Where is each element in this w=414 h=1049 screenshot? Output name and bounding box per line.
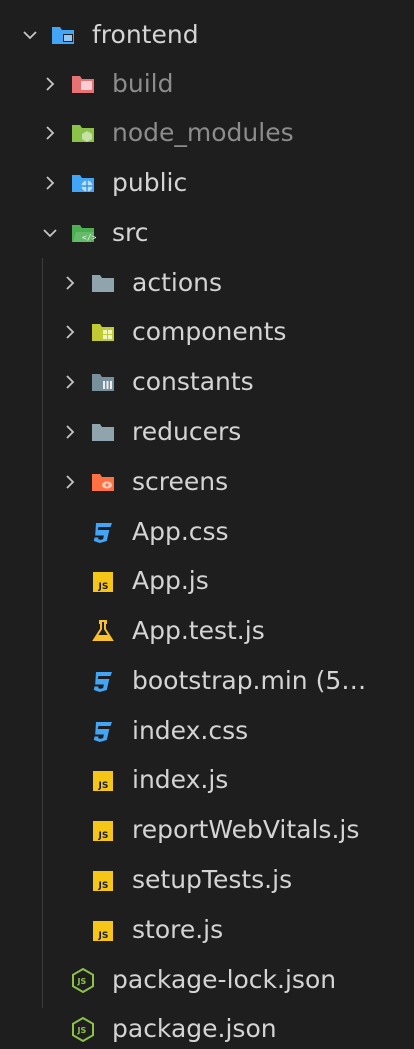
tree-item-store-js[interactable]: JS store.js xyxy=(0,905,414,955)
chevron-right-icon[interactable] xyxy=(62,275,78,291)
tree-item-label: frontend xyxy=(92,20,199,49)
nodejs-icon: JS xyxy=(70,967,96,993)
js-icon: JS xyxy=(90,817,116,843)
tree-item-label: reportWebVitals.js xyxy=(132,815,360,844)
folder-screens-icon xyxy=(90,469,116,495)
tree-item-label: node_modules xyxy=(112,118,294,147)
folder-components-icon xyxy=(90,319,116,345)
tree-item-actions[interactable]: actions xyxy=(0,258,414,308)
tree-item-components[interactable]: components xyxy=(0,307,414,357)
css-icon xyxy=(90,519,116,545)
folder-public-icon xyxy=(70,170,96,196)
tree-item-label: src xyxy=(112,218,149,247)
tree-item-index-css[interactable]: index.css xyxy=(0,706,414,756)
tree-item-index-js[interactable]: JS index.js xyxy=(0,755,414,805)
svg-text:JS: JS xyxy=(98,582,109,592)
tree-item-label: public xyxy=(112,168,188,197)
js-icon: JS xyxy=(90,867,116,893)
folder-gray-icon xyxy=(90,419,116,445)
tree-item-bootstrap-css[interactable]: bootstrap.min (5).... xyxy=(0,656,414,706)
nodejs-icon: JS xyxy=(70,1016,96,1042)
svg-text:JS: JS xyxy=(98,881,109,891)
tree-item-src[interactable]: </> src xyxy=(0,208,414,258)
tree-item-frontend[interactable]: frontend xyxy=(0,10,414,60)
tree-item-node-modules[interactable]: node_modules xyxy=(0,108,414,158)
tree-item-app-css[interactable]: App.css xyxy=(0,507,414,557)
tree-item-screens[interactable]: screens xyxy=(0,457,414,507)
tree-item-label: reducers xyxy=(132,417,242,446)
tree-item-package-json[interactable]: JS package.json xyxy=(0,1004,414,1049)
test-flask-icon xyxy=(90,618,116,644)
tree-item-label: screens xyxy=(132,467,229,496)
svg-text:</>: </> xyxy=(82,233,96,242)
svg-text:JS: JS xyxy=(98,831,109,841)
folder-build-icon xyxy=(70,71,96,97)
js-icon: JS xyxy=(90,917,116,943)
tree-item-label: App.css xyxy=(132,517,229,546)
folder-src-open-icon: </> xyxy=(70,220,96,246)
tree-item-reducers[interactable]: reducers xyxy=(0,407,414,457)
tree-item-label: setupTests.js xyxy=(132,865,293,894)
tree-item-label: package.json xyxy=(112,1014,277,1043)
tree-item-label: constants xyxy=(132,367,254,396)
tree-item-label: store.js xyxy=(132,915,224,944)
chevron-right-icon[interactable] xyxy=(42,175,58,191)
tree-item-report-web-vitals-js[interactable]: JS reportWebVitals.js xyxy=(0,805,414,855)
tree-item-public[interactable]: public xyxy=(0,158,414,208)
tree-item-label: build xyxy=(112,69,174,98)
svg-text:JS: JS xyxy=(98,781,109,791)
tree-item-package-lock-json[interactable]: JS package-lock.json xyxy=(0,955,414,1005)
tree-item-setup-tests-js[interactable]: JS setupTests.js xyxy=(0,855,414,905)
tree-item-constants[interactable]: constants xyxy=(0,357,414,407)
chevron-right-icon[interactable] xyxy=(62,424,78,440)
tree-item-label: components xyxy=(132,317,287,346)
chevron-right-icon[interactable] xyxy=(62,474,78,490)
chevron-right-icon[interactable] xyxy=(42,76,58,92)
svg-text:JS: JS xyxy=(77,1026,87,1035)
tree-item-label: App.js xyxy=(132,566,209,595)
chevron-down-icon[interactable] xyxy=(42,225,58,241)
folder-frontend-open-icon xyxy=(50,22,76,48)
tree-item-label: bootstrap.min (5).... xyxy=(132,666,372,695)
tree-item-app-js[interactable]: JS App.js xyxy=(0,556,414,606)
tree-item-label: index.css xyxy=(132,716,249,745)
chevron-down-icon[interactable] xyxy=(22,27,38,43)
svg-text:JS: JS xyxy=(77,977,87,986)
tree-item-build[interactable]: build xyxy=(0,59,414,109)
chevron-right-icon[interactable] xyxy=(62,374,78,390)
tree-item-label: index.js xyxy=(132,765,229,794)
tree-item-app-test-js[interactable]: App.test.js xyxy=(0,606,414,656)
js-icon: JS xyxy=(90,767,116,793)
folder-node-icon xyxy=(70,120,96,146)
css-icon xyxy=(90,718,116,744)
js-icon: JS xyxy=(90,568,116,594)
file-explorer: frontend build node_modules public </> s… xyxy=(0,0,414,1049)
chevron-right-icon[interactable] xyxy=(42,125,58,141)
svg-text:JS: JS xyxy=(98,931,109,941)
chevron-right-icon[interactable] xyxy=(62,324,78,340)
tree-item-label: package-lock.json xyxy=(112,965,337,994)
folder-constants-icon xyxy=(90,369,116,395)
tree-item-label: actions xyxy=(132,268,222,297)
css-icon xyxy=(90,668,116,694)
tree-item-label: App.test.js xyxy=(132,616,265,645)
folder-gray-icon xyxy=(90,270,116,296)
